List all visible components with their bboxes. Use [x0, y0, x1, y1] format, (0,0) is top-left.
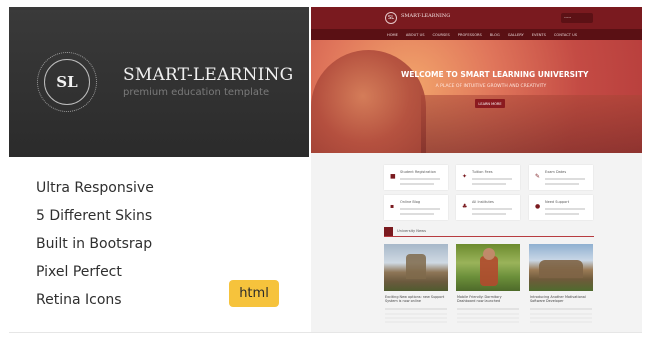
site-name: SMART-LEARNING: [401, 13, 451, 19]
site-header: SL SMART-LEARNING -----: [311, 7, 642, 29]
register-icon: ■: [390, 173, 396, 180]
site-preview: SL SMART-LEARNING ----- HOME ABOUT US CO…: [311, 7, 642, 332]
news-item[interactable]: Mobile Friendly: Dormitory Dashboard now…: [456, 244, 520, 332]
news-meta: [457, 308, 519, 310]
person-shape: [480, 256, 498, 286]
text-line: [385, 317, 447, 319]
feature-card-title: Online Blog: [400, 200, 421, 204]
text-line: [545, 183, 579, 185]
divider: [9, 332, 642, 333]
support-icon: ●: [535, 203, 541, 210]
news-title[interactable]: Mobile Friendly: Dormitory Dashboard now…: [457, 295, 519, 303]
news-item[interactable]: Exciting New options: new Support System…: [384, 244, 448, 332]
nav-item-courses[interactable]: COURSES: [432, 33, 449, 37]
nav-item-contact[interactable]: CONTACT US: [554, 33, 577, 37]
text-line: [472, 178, 512, 180]
news-image[interactable]: [529, 244, 593, 291]
nav-item-professors[interactable]: PROFESSORS: [458, 33, 482, 37]
text-line: [457, 321, 519, 323]
feature-card-title: Need Support: [545, 200, 570, 204]
hall-building-shape: [539, 260, 583, 278]
language-select[interactable]: -----: [561, 13, 593, 23]
news-icon: [384, 227, 393, 236]
feature-item: Ultra Responsive: [36, 180, 154, 196]
feature-card-title: All Institutes: [472, 200, 494, 204]
text-line: [472, 183, 506, 185]
feature-card[interactable]: ♣ All Institutes: [456, 195, 520, 220]
text-line: [400, 178, 440, 180]
news-image[interactable]: [456, 244, 520, 291]
text-line: [400, 213, 434, 215]
logo-mark: SL: [44, 59, 90, 105]
html-badge: html: [229, 280, 279, 307]
nav-item-gallery[interactable]: GALLERY: [508, 33, 524, 37]
feature-card-title: Exam Dates: [545, 170, 567, 174]
blog-icon: ▪: [390, 203, 395, 210]
feature-item: 5 Different Skins: [36, 208, 153, 224]
hero-banner: WELCOME TO SMART LEARNING UNIVERSITY A P…: [311, 40, 642, 178]
text-line: [472, 213, 506, 215]
feature-card[interactable]: ■ Student Registration: [384, 165, 448, 190]
site-content: ■ Student Registration ✦ Tuition Fees ✎ …: [311, 153, 642, 332]
text-line: [545, 178, 585, 180]
feature-card[interactable]: ● Need Support: [529, 195, 593, 220]
promo-header: SL SMART-LEARNING premium education temp…: [9, 7, 309, 157]
news-title[interactable]: Exciting New options: new Support System…: [385, 295, 447, 303]
institutes-icon: ♣: [462, 203, 468, 210]
feature-card[interactable]: ✎ Exam Dates: [529, 165, 593, 190]
text-line: [400, 208, 440, 210]
feature-card-title: Student Registration: [400, 170, 436, 174]
text-line: [457, 313, 519, 315]
person-head-shape: [483, 248, 495, 260]
logo-seal: SL: [37, 52, 97, 112]
feature-item: Built in Bootsrap: [36, 236, 153, 252]
nav-item-about[interactable]: ABOUT US: [406, 33, 425, 37]
text-line: [472, 208, 512, 210]
hero-title: WELCOME TO SMART LEARNING UNIVERSITY: [401, 70, 589, 79]
fees-icon: ✦: [462, 173, 468, 180]
castle-tower-shape: [406, 254, 426, 279]
text-line: [400, 183, 434, 185]
text-line: [545, 213, 579, 215]
text-line: [530, 321, 592, 323]
hero-subtitle: A PLACE OF INTUITIVE GROWTH AND CREATIVI…: [435, 84, 547, 89]
text-line: [385, 321, 447, 323]
news-item[interactable]: Introducing Another Motivational Softwar…: [529, 244, 593, 332]
text-line: [530, 317, 592, 319]
feature-item: Pixel Perfect: [36, 264, 122, 280]
news-title[interactable]: Introducing Another Motivational Softwar…: [530, 295, 592, 303]
site-logo[interactable]: SL: [385, 12, 397, 24]
news-image[interactable]: [384, 244, 448, 291]
learn-more-button[interactable]: LEARN MORE: [475, 99, 505, 108]
text-line: [530, 313, 592, 315]
news-header-label: University News: [397, 229, 426, 233]
hero-dome-image: [311, 50, 426, 153]
feature-card[interactable]: ▪ Online Blog: [384, 195, 448, 220]
hero-building-image: [421, 95, 642, 153]
text-line: [457, 317, 519, 319]
news-meta: [530, 308, 592, 310]
news-meta: [385, 308, 447, 310]
nav-item-home[interactable]: HOME: [387, 33, 398, 37]
nav-item-events[interactable]: EVENTS: [532, 33, 546, 37]
promo-banner: SL SMART-LEARNING premium education temp…: [0, 0, 652, 339]
text-line: [545, 208, 585, 210]
brand-title: SMART-LEARNING: [123, 65, 294, 85]
feature-item: Retina Icons: [36, 292, 122, 308]
feature-card-title: Tuition Fees: [472, 170, 493, 174]
site-nav: HOME ABOUT US COURSES PROFESSORS BLOG GA…: [311, 29, 642, 40]
nav-item-blog[interactable]: BLOG: [490, 33, 500, 37]
feature-card[interactable]: ✦ Tuition Fees: [456, 165, 520, 190]
calendar-icon: ✎: [535, 173, 541, 180]
news-header: University News: [384, 227, 594, 237]
text-line: [385, 313, 447, 315]
brand-subtitle: premium education template: [123, 87, 270, 98]
